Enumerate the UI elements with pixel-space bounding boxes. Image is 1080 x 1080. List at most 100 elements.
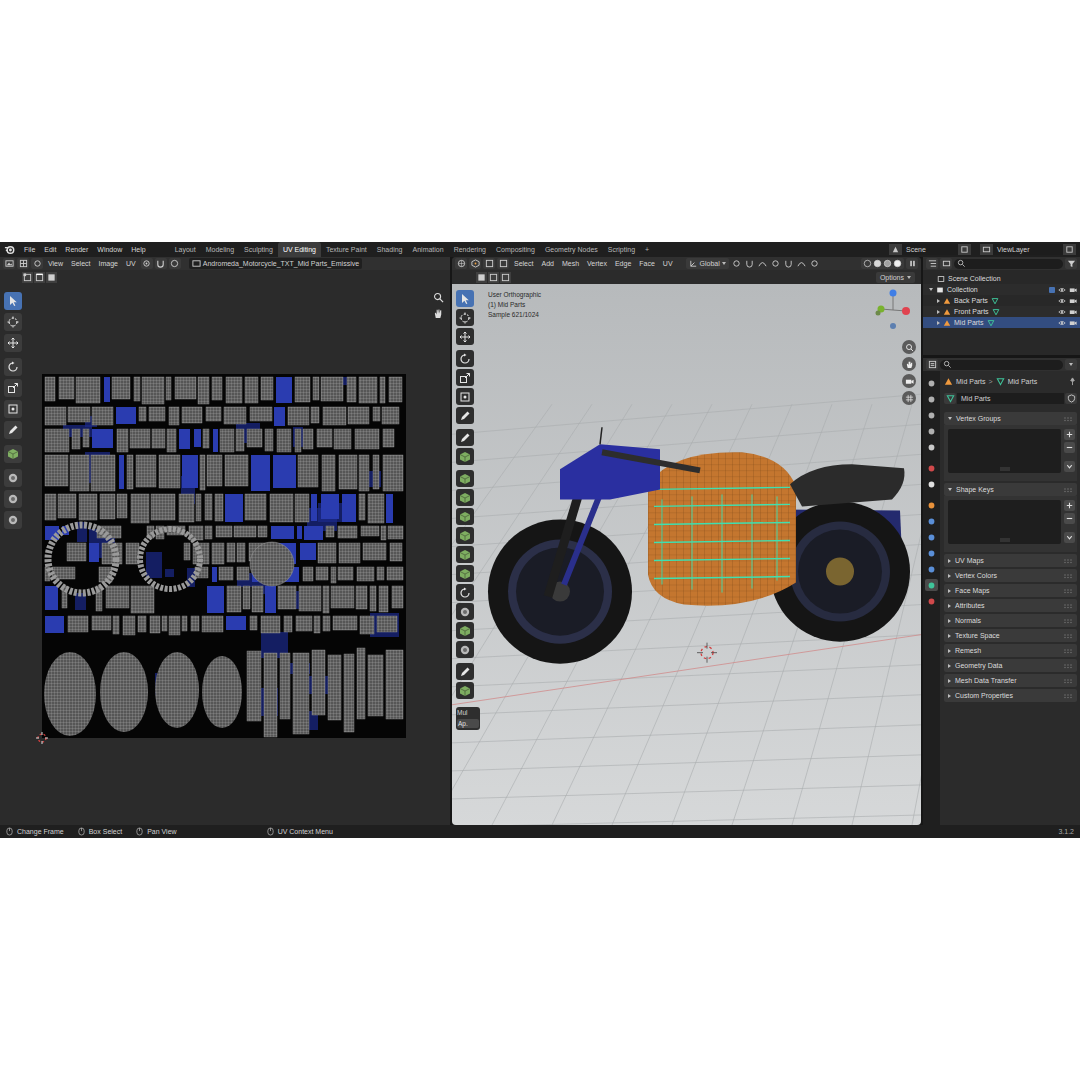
menu-item[interactable]: Window — [94, 246, 125, 253]
remove-item-button[interactable] — [1064, 442, 1075, 453]
add-item-button[interactable] — [1064, 500, 1075, 511]
menu-item[interactable]: Image — [96, 260, 121, 267]
disclosure-triangle-icon[interactable] — [948, 679, 951, 683]
new-scene-button[interactable] — [958, 244, 971, 255]
2d-cursor-icon[interactable] — [36, 732, 48, 744]
menu-item[interactable]: Mesh — [559, 260, 582, 267]
disclosure-triangle-icon[interactable] — [929, 288, 933, 291]
panel-header[interactable]: Vertex Colors — [944, 569, 1077, 582]
spin-tool-button[interactable] — [456, 584, 474, 601]
transform-orientation-dropdown[interactable]: Global — [686, 258, 729, 269]
properties-tab[interactable] — [925, 547, 938, 559]
snap-button[interactable] — [155, 258, 167, 269]
outliner-row[interactable]: Back Parts — [923, 295, 1080, 306]
properties-tab[interactable] — [925, 462, 938, 474]
move-tool-button[interactable] — [456, 328, 474, 345]
remove-item-button[interactable] — [1064, 513, 1075, 524]
disclosure-triangle-icon[interactable] — [948, 574, 951, 578]
drag-handle-icon[interactable] — [1063, 633, 1073, 639]
uv-layout-image[interactable] — [42, 374, 406, 738]
drag-handle-icon[interactable] — [1063, 663, 1073, 669]
workspace-tab[interactable]: Rendering — [449, 242, 491, 257]
pause-render-button[interactable] — [906, 258, 918, 269]
header-tool-button[interactable] — [757, 258, 768, 269]
disclosure-triangle-icon[interactable] — [937, 310, 940, 314]
bevel-tool-button[interactable] — [456, 508, 474, 525]
view-layer-browse-button[interactable] — [980, 244, 993, 255]
menu-item[interactable]: Render — [62, 246, 91, 253]
camera-icon[interactable] — [1069, 297, 1077, 305]
workspace-tab[interactable]: Texture Paint — [321, 242, 372, 257]
last-operator-title[interactable]: Mul — [457, 709, 479, 716]
view-layer-field[interactable]: ViewLayer — [993, 244, 1063, 255]
hand-icon[interactable] — [433, 308, 444, 319]
annotate-tool-button[interactable] — [4, 421, 22, 439]
properties-tab[interactable] — [925, 409, 938, 421]
disclosure-triangle-icon[interactable] — [948, 589, 951, 593]
list-box[interactable] — [948, 429, 1061, 473]
drag-handle-icon[interactable] — [1063, 618, 1073, 624]
pinch-tool-button[interactable] — [4, 511, 22, 529]
workspace-tab[interactable]: Scripting — [603, 242, 640, 257]
menu-item[interactable]: Add — [538, 260, 556, 267]
eye-icon[interactable] — [1058, 286, 1066, 294]
scene-browse-button[interactable] — [889, 244, 902, 255]
panel-header[interactable]: Custom Properties — [944, 689, 1077, 702]
proportional-edit-button[interactable] — [169, 258, 181, 269]
panel-header[interactable]: Texture Space — [944, 629, 1077, 642]
properties-tab[interactable] — [925, 531, 938, 543]
drag-handle-icon[interactable] — [1063, 693, 1073, 699]
header-tool-button[interactable] — [783, 258, 794, 269]
resize-handle-icon[interactable] — [999, 538, 1011, 542]
mesh-data-icon[interactable] — [991, 297, 999, 305]
mesh-data-icon[interactable] — [987, 319, 995, 327]
rotate-tool-button[interactable] — [456, 350, 474, 367]
apply-button[interactable]: Ap. — [457, 719, 479, 728]
blender-logo-icon[interactable] — [4, 244, 15, 255]
workspace-tab[interactable]: Shading — [372, 242, 408, 257]
select-box-tool-button[interactable] — [456, 290, 474, 307]
menu-item[interactable]: UV — [660, 260, 676, 267]
outliner-search-field[interactable] — [954, 259, 1063, 269]
select-box-tool-button[interactable] — [4, 292, 22, 310]
properties-tab[interactable] — [925, 441, 938, 453]
vertex-select-button[interactable] — [22, 272, 33, 283]
properties-tab[interactable] — [925, 425, 938, 437]
menu-item[interactable]: Vertex — [584, 260, 610, 267]
cursor-tool-button[interactable] — [456, 309, 474, 326]
disclosure-triangle-icon[interactable] — [948, 619, 951, 623]
new-view-layer-button[interactable] — [1063, 244, 1076, 255]
mode-button[interactable] — [17, 258, 29, 269]
select-box-mode-button[interactable] — [476, 272, 487, 283]
disclosure-triangle-icon[interactable] — [937, 321, 940, 325]
select-extend-button[interactable] — [488, 272, 499, 283]
eye-icon[interactable] — [1058, 319, 1066, 327]
face-select-button[interactable] — [46, 272, 57, 283]
smooth-tool-button[interactable] — [456, 603, 474, 620]
menu-item[interactable]: Help — [128, 246, 148, 253]
drag-handle-icon[interactable] — [1063, 573, 1073, 579]
wireframe-shading-icon[interactable] — [863, 259, 872, 268]
last-operator-panel[interactable]: Mul Ap. — [456, 707, 480, 730]
properties-tab[interactable] — [925, 499, 938, 511]
panel-header[interactable]: Attributes — [944, 599, 1077, 612]
workspace-tab[interactable]: Geometry Nodes — [540, 242, 603, 257]
mesh-name-field[interactable]: Mid Parts — [957, 393, 1064, 404]
disclosure-triangle-icon[interactable] — [948, 634, 951, 638]
navigation-gizmo-icon[interactable] — [873, 288, 913, 338]
transform-tool-button[interactable] — [4, 400, 22, 418]
loop-cut-tool-button[interactable] — [456, 527, 474, 544]
mesh-data-icon[interactable] — [992, 308, 1000, 316]
workspace-tab[interactable]: Modeling — [201, 242, 239, 257]
rotate-tool-button[interactable] — [4, 358, 22, 376]
workspace-tab[interactable]: Compositing — [491, 242, 540, 257]
rip-tool-button[interactable] — [4, 445, 22, 463]
relax-tool-button[interactable] — [4, 490, 22, 508]
select-subtract-button[interactable] — [500, 272, 511, 283]
eye-icon[interactable] — [1058, 308, 1066, 316]
header-tool-button[interactable] — [809, 258, 820, 269]
properties-tab[interactable] — [925, 563, 938, 575]
scale-tool-button[interactable] — [4, 379, 22, 397]
panel-header[interactable]: Remesh — [944, 644, 1077, 657]
rendered-shading-icon[interactable] — [893, 259, 902, 268]
